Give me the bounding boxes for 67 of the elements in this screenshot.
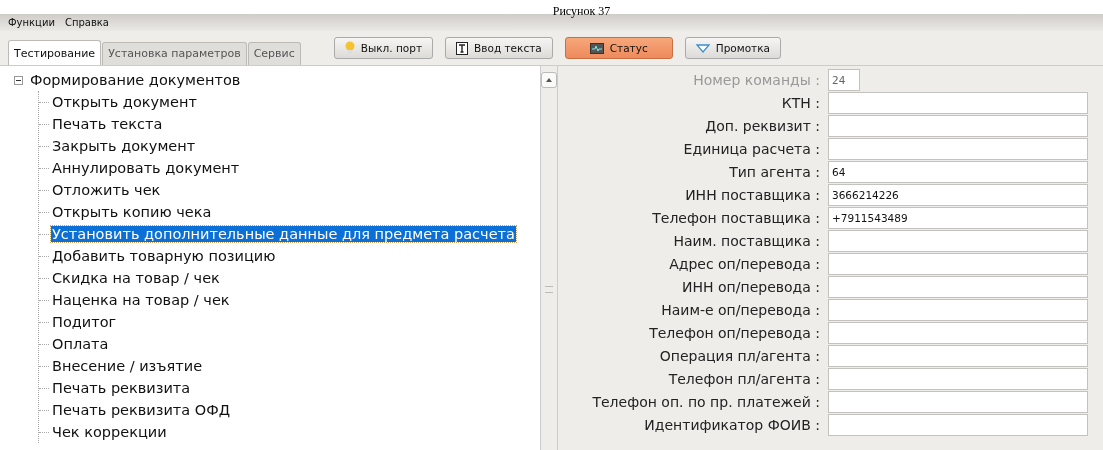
field-label: Телефон поставщика : [651,210,820,226]
input-field[interactable] [828,368,1088,390]
toolbar-button[interactable]: Статус [564,37,673,59]
caret-up-icon [545,77,553,83]
field-label: Идентификатор ФОИВ : [643,417,820,433]
tab[interactable]: Тестирование [8,40,102,65]
input-field[interactable] [828,92,1088,114]
tree-item[interactable]: Внесение / изъятие [51,358,204,374]
tree-item[interactable]: Отложить чек [51,182,162,198]
input-field[interactable] [828,345,1088,367]
input-field[interactable] [828,115,1088,137]
collapse-icon[interactable] [14,75,23,85]
tree-item[interactable]: Печать текста [51,116,164,132]
input-field[interactable] [828,138,1088,160]
input-field[interactable] [828,276,1088,298]
field-label: КТН : [780,95,820,111]
toolbar-button[interactable]: Ввод текста [445,37,553,59]
field-label: Телефон оп/перевода : [648,325,820,341]
field-label: ИНН оп/перевода : [681,279,820,295]
field-label: Доп. реквизит : [704,118,820,134]
field-label: Номер команды : [692,72,820,88]
scroll-up-button[interactable] [541,72,557,88]
tree-item[interactable]: Добавить товарную позицию [51,248,277,264]
tree-item[interactable]: Открыть копию чека [51,204,213,220]
scroll-grip-icon [545,286,553,293]
scrollbar[interactable] [540,66,558,450]
input-field[interactable]: +7911543489 [828,207,1088,229]
field-label: ИНН поставщика : [684,187,820,203]
input-field[interactable] [828,253,1088,275]
tree-item[interactable]: Аннулировать документ [51,160,241,176]
menu-item[interactable]: Справка [64,17,109,28]
triangle-down-icon [695,43,710,53]
input-field[interactable] [828,414,1088,436]
input-field[interactable]: 3666214226 [828,184,1088,206]
field-label: Наим. поставщика : [672,233,820,249]
tree-item[interactable]: Открыть документ [51,94,198,110]
input-field[interactable]: 64 [828,161,1088,183]
tree-item[interactable]: Наценка на товар / чек [51,292,231,308]
input-field[interactable] [828,322,1088,344]
tree-item[interactable]: Закрыть документ [51,138,197,154]
monitor-icon [589,42,604,54]
figure-caption: Рисунок 37 [552,4,611,18]
field-label: Операция пл/агента : [658,348,820,364]
field-label: Телефон пл/агента : [667,371,820,387]
tree-item[interactable]: Установить дополнительные данные для предмета расчета [51,226,516,242]
input-field[interactable] [828,230,1088,252]
tree-item[interactable]: Печать реквизита ОФД [51,402,232,418]
field-label: Единица расчета : [682,141,820,157]
toolbar-button[interactable]: Промотка [684,37,781,59]
field-label: Телефон оп. по пр. платежей : [591,394,820,410]
field-label: Адрес оп/перевода : [668,256,820,272]
toolbar-button[interactable]: Выкл. порт [333,37,434,59]
input-field[interactable] [828,391,1088,413]
lightbulb-icon [344,41,355,55]
tree-item[interactable]: Подитог [51,314,118,330]
text-icon [456,41,469,55]
tab[interactable]: Установка параметров [102,42,247,65]
field-label: Наим-е оп/перевода : [660,302,820,318]
tree-item[interactable]: Скидка на товар / чек [51,270,221,286]
menu-item[interactable]: Функции [8,17,55,28]
field-label: Тип агента : [728,164,820,180]
tree-item[interactable]: Формирование документов [29,72,242,88]
tree-item[interactable]: Печать реквизита [51,380,192,396]
tree-item[interactable]: Чек коррекции [51,424,168,440]
tab[interactable]: Сервис [247,42,301,65]
tree-item[interactable]: Оплата [51,336,110,352]
input-field[interactable] [828,299,1088,321]
